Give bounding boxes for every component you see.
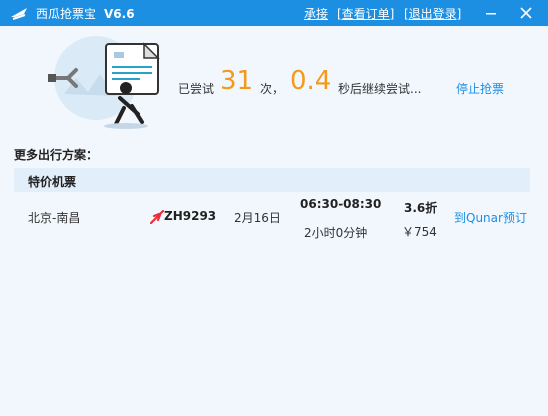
next-seconds: 0.4 [290,66,332,96]
route: 北京-南昌 [28,211,81,225]
discount: 3.6折 [404,201,438,215]
stop-grab-button[interactable]: 停止抢票 [456,80,504,97]
tried-count: 31 [220,66,254,96]
nav-link-logout[interactable]: [退出登录] [404,5,461,22]
price: ￥754 [402,225,437,239]
app-name: 西瓜抢票宝 [36,7,97,21]
plane-icon [150,210,164,224]
category-label: 特价机票 [28,175,77,189]
book-on-qunar-link[interactable]: 到Qunar预订 [454,209,527,226]
app-logo-icon [11,8,27,20]
app-title: 西瓜抢票宝 V6.6 [36,5,135,22]
app-version: V6.6 [104,7,135,21]
ticket-illustration [48,36,160,129]
tried-prefix: 已尝试 [178,82,215,96]
category-header: 特价机票 [14,168,530,192]
flight-number: ZH9293 [164,209,217,223]
flight-duration: 2小时0分钟 [304,226,368,240]
flight-row: 北京-南昌 ZH9293 2月16日 06:30-08:30 2小时0分钟 3.… [14,192,530,242]
flight-date: 2月16日 [234,211,281,225]
next-suffix: 秒后继续尝试... [338,82,422,96]
title-bar: 西瓜抢票宝 V6.6 承接 [查看订单] [退出登录] [0,0,548,26]
minimize-icon[interactable] [483,5,499,21]
tried-unit: 次， [260,82,285,96]
nav-link-accept[interactable]: 承接 [304,5,328,22]
close-icon[interactable] [517,4,535,22]
section-title: 更多出行方案： [14,148,99,162]
nav-link-view-orders[interactable]: [查看订单] [337,5,394,22]
flight-time: 06:30-08:30 [300,197,382,211]
